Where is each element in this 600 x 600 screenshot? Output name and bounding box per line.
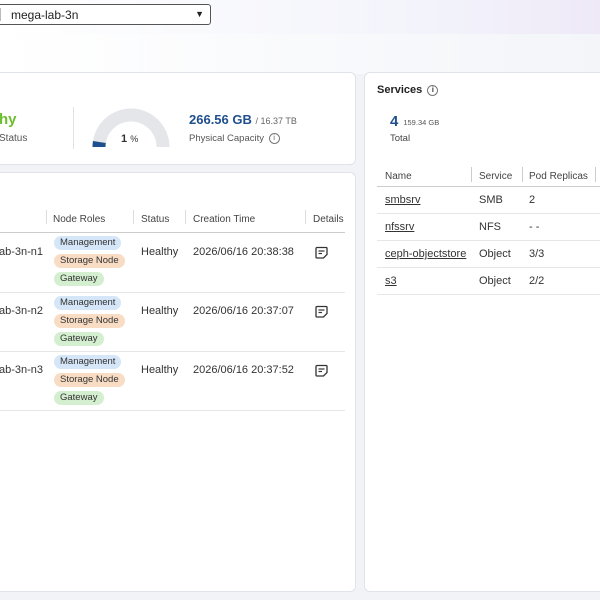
row-divider [0, 410, 345, 411]
col-node-roles[interactable]: Node Roles [53, 214, 105, 225]
col-service-name[interactable]: Name [385, 171, 412, 182]
services-total-label: Total [390, 133, 411, 144]
services-count: 4 159.34 GB [390, 113, 440, 130]
caret-down-icon: ▼ [195, 9, 204, 19]
col-service-type[interactable]: Service [479, 171, 512, 182]
column-separator [185, 210, 186, 224]
service-replicas: - - [529, 221, 540, 233]
service-link[interactable]: nfssrv [385, 221, 414, 233]
role-badge-gateway: Gateway [54, 332, 104, 346]
column-separator [522, 167, 523, 182]
header-banner [0, 34, 600, 74]
role-badge-management: Management [54, 236, 122, 250]
nodes-card: Node Roles Status Creation Time Details … [0, 172, 356, 592]
row-divider [0, 292, 345, 293]
note-icon[interactable] [315, 246, 328, 259]
role-badge-storage-node: Storage Node [54, 254, 125, 268]
node-name[interactable]: ab-3n-n3 [0, 364, 43, 376]
role-badge-storage-node: Storage Node [54, 373, 125, 387]
column-separator [46, 210, 47, 224]
node-status: Healthy [141, 364, 179, 376]
service-type: SMB [479, 194, 503, 206]
select-divider [0, 8, 1, 21]
cluster-status-label: Status [0, 133, 28, 144]
row-divider [377, 213, 600, 214]
node-creation-time: 2026/06/16 20:38:38 [193, 246, 294, 258]
service-type: Object [479, 275, 511, 287]
capacity-total: / 16.37 TB [255, 116, 297, 126]
cluster-summary-card: hy Status 1 % 266.56 GB / 16.37 TB Physi… [0, 72, 356, 165]
service-replicas: 2/2 [529, 275, 545, 287]
summary-divider [73, 107, 74, 149]
role-badge-gateway: Gateway [54, 272, 104, 286]
capacity-used: 266.56 GB / 16.37 TB [189, 112, 297, 127]
capacity-label: Physical Capacity i [189, 133, 280, 144]
row-divider [0, 351, 345, 352]
node-status: Healthy [141, 246, 179, 258]
table-header-line [0, 232, 345, 233]
col-details[interactable]: Details [313, 214, 344, 225]
service-link[interactable]: s3 [385, 275, 397, 287]
node-status: Healthy [141, 305, 179, 317]
node-creation-time: 2026/06/16 20:37:07 [193, 305, 294, 317]
note-icon[interactable] [315, 305, 328, 318]
col-status[interactable]: Status [141, 214, 169, 225]
info-icon[interactable]: i [427, 84, 439, 96]
node-creation-time: 2026/06/16 20:37:52 [193, 364, 294, 376]
column-separator [595, 167, 596, 182]
row-divider [377, 267, 600, 268]
cluster-select-value: mega-lab-3n [11, 8, 79, 22]
cluster-status-value: hy [0, 111, 17, 128]
column-separator [305, 210, 306, 224]
info-icon[interactable]: i [268, 133, 280, 144]
node-name[interactable]: ab-3n-n2 [0, 305, 43, 317]
service-replicas: 2 [529, 194, 536, 206]
role-badge-management: Management [54, 296, 122, 310]
role-badge-storage-node: Storage Node [54, 314, 125, 328]
col-pod-replicas[interactable]: Pod Replicas [529, 171, 588, 182]
cluster-select[interactable]: mega-lab-3n ▼ [0, 4, 211, 25]
service-link[interactable]: ceph-objectstore [385, 248, 466, 260]
service-replicas: 3/3 [529, 248, 545, 260]
column-separator [133, 210, 134, 224]
top-bar: mega-lab-3n ▼ [0, 0, 600, 34]
table-header-line [377, 186, 600, 187]
services-title: Services i [377, 84, 439, 96]
role-badge-gateway: Gateway [54, 391, 104, 405]
column-separator [471, 167, 472, 182]
row-divider [377, 240, 600, 241]
service-type: Object [479, 248, 511, 260]
services-size: 159.34 GB [403, 117, 440, 127]
service-link[interactable]: smbsrv [385, 194, 420, 206]
node-name[interactable]: ab-3n-n1 [0, 246, 43, 258]
service-type: NFS [479, 221, 501, 233]
services-card: Services i 4 159.34 GB Total Name Service… [364, 72, 600, 592]
row-divider [377, 294, 600, 295]
role-badge-management: Management [54, 355, 122, 369]
note-icon[interactable] [315, 364, 328, 377]
col-creation-time[interactable]: Creation Time [193, 214, 255, 225]
usage-percent-text: 1 % [121, 133, 139, 145]
